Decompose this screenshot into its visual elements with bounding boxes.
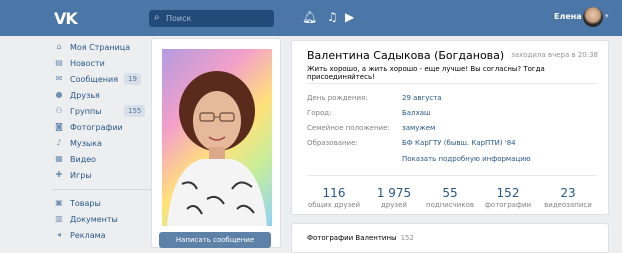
sidebar-item-news[interactable]: ▤ Новости: [52, 56, 152, 72]
avatar[interactable]: [583, 7, 603, 27]
counter-value: 55: [442, 186, 458, 200]
photos-icon: ◙: [55, 122, 63, 131]
sidebar-item-label: Фотографии: [70, 123, 123, 132]
write-message-label: Написать сообщение: [175, 236, 255, 244]
counter-label: общих друзей: [307, 201, 361, 209]
photos-count: 152: [400, 234, 414, 242]
vk-logo[interactable]: VK: [54, 9, 78, 28]
profile-photo-card: [151, 38, 281, 248]
sidebar-item-games[interactable]: ✚ Игры: [52, 168, 152, 184]
sidebar-item-my-page[interactable]: ⌂ Моя Страница: [52, 40, 152, 56]
divider: [307, 83, 597, 84]
sidebar-item-label: Друзья: [70, 91, 100, 100]
top-bar: VK ⌕ 🔔︎ ♫ ▶ Елена ▾: [0, 0, 622, 36]
bell-icon[interactable]: 🔔︎: [302, 10, 317, 24]
sidebar-item-label: Группы: [70, 107, 102, 116]
sidebar-item-goods[interactable]: ▣ Товары: [52, 196, 152, 212]
sidebar-item-label: Товары: [70, 199, 101, 208]
sidebar-item-photos[interactable]: ◙ Фотографии: [52, 120, 152, 136]
counter-videos[interactable]: 23 видеозаписи: [538, 186, 598, 209]
counter-value: 152: [496, 186, 520, 200]
counter-value: 116: [322, 186, 346, 200]
sidebar-item-label: Новости: [70, 59, 105, 68]
info-key: Семейное положение:: [307, 124, 390, 132]
sidebar-item-groups[interactable]: ⚇ Группы 155: [52, 104, 152, 120]
sidebar-item-label: Сообщения: [70, 75, 119, 84]
counter-followers[interactable]: 55 подписчиков: [420, 186, 480, 209]
divider: [307, 175, 597, 176]
counter-friends[interactable]: 1 975 друзей: [364, 186, 424, 209]
ads-icon: ◂: [56, 230, 61, 239]
profile-name: Валентина Садыкова (Богданова): [307, 49, 505, 62]
groups-count-badge: 155: [124, 105, 146, 117]
info-value[interactable]: 29 августа: [402, 94, 442, 102]
groups-icon: ⚇: [55, 106, 63, 115]
sidebar-item-friends[interactable]: ● Друзья: [52, 88, 152, 104]
chevron-down-icon[interactable]: ▾: [605, 12, 609, 20]
play-icon[interactable]: ▶: [345, 10, 354, 24]
show-more-info-link[interactable]: Показать подробную информацию: [402, 155, 531, 163]
counter-label: подписчиков: [426, 201, 474, 209]
sidebar-item-label: Реклама: [70, 231, 106, 240]
sidebar-item-ads[interactable]: ◂ Реклама: [52, 228, 152, 244]
info-value[interactable]: БФ КарГТУ (бывш. КарПТИ) '84: [402, 139, 516, 147]
sidebar-item-label: Музыка: [70, 139, 102, 148]
portrait-illustration: [167, 71, 267, 226]
info-key: День рождения:: [307, 94, 368, 102]
profile-status: Жить хорошо, а жить хорошо - еще лучше! …: [307, 65, 545, 81]
music-icon: ♪: [56, 138, 62, 147]
messages-icon: ✉: [55, 74, 63, 83]
counter-label: фотографии: [484, 201, 532, 209]
sidebar-item-label: Игры: [70, 171, 92, 180]
search-box[interactable]: ⌕: [149, 10, 274, 27]
counter-label: друзей: [380, 201, 407, 209]
info-value[interactable]: Балхаш: [402, 109, 430, 117]
photos-section: Фотографии Валентины 152: [291, 223, 609, 253]
counter-photos[interactable]: 152 фотографии: [478, 186, 538, 209]
sidebar-divider: [52, 189, 152, 190]
info-value[interactable]: замужем: [402, 124, 435, 132]
photos-title-text: Фотографии Валентины: [307, 234, 397, 242]
photos-title[interactable]: Фотографии Валентины 152: [307, 234, 414, 242]
sidebar-item-label: Моя Страница: [70, 43, 131, 52]
messages-count-badge: 19: [124, 73, 141, 85]
search-input[interactable]: [166, 11, 266, 25]
counter-mutual-friends[interactable]: 116 общих друзей: [304, 186, 364, 209]
games-icon: ✚: [55, 170, 63, 179]
counter-label: видеозаписи: [544, 201, 592, 209]
news-icon: ▤: [55, 58, 63, 67]
sidebar-item-music[interactable]: ♪ Музыка: [52, 136, 152, 152]
friends-icon: ●: [55, 90, 63, 99]
sidebar-item-documents[interactable]: ▥ Документы: [52, 212, 152, 228]
sidebar-item-label: Видео: [70, 155, 97, 164]
info-key: Образование:: [307, 139, 358, 147]
sidebar-item-label: Документы: [70, 215, 118, 224]
last-seen-text: заходила вчера в 20:38: [511, 51, 598, 59]
counter-value: 1 975: [376, 186, 412, 200]
write-message-button[interactable]: Написать сообщение: [159, 232, 271, 248]
video-icon: ▦: [55, 154, 63, 163]
profile-info-card: Валентина Садыкова (Богданова) заходила …: [291, 40, 609, 215]
music-icon[interactable]: ♫: [327, 10, 338, 24]
sidebar-item-video[interactable]: ▦ Видео: [52, 152, 152, 168]
sidebar-item-messages[interactable]: ✉ Сообщения 19: [52, 72, 152, 88]
user-name[interactable]: Елена: [554, 12, 582, 21]
profile-photo[interactable]: [162, 49, 272, 226]
documents-icon: ▥: [55, 214, 63, 223]
home-icon: ⌂: [56, 42, 62, 51]
search-icon: ⌕: [154, 12, 160, 23]
goods-icon: ▣: [55, 198, 63, 207]
info-key: Город:: [307, 109, 332, 117]
counter-value: 23: [560, 186, 576, 200]
